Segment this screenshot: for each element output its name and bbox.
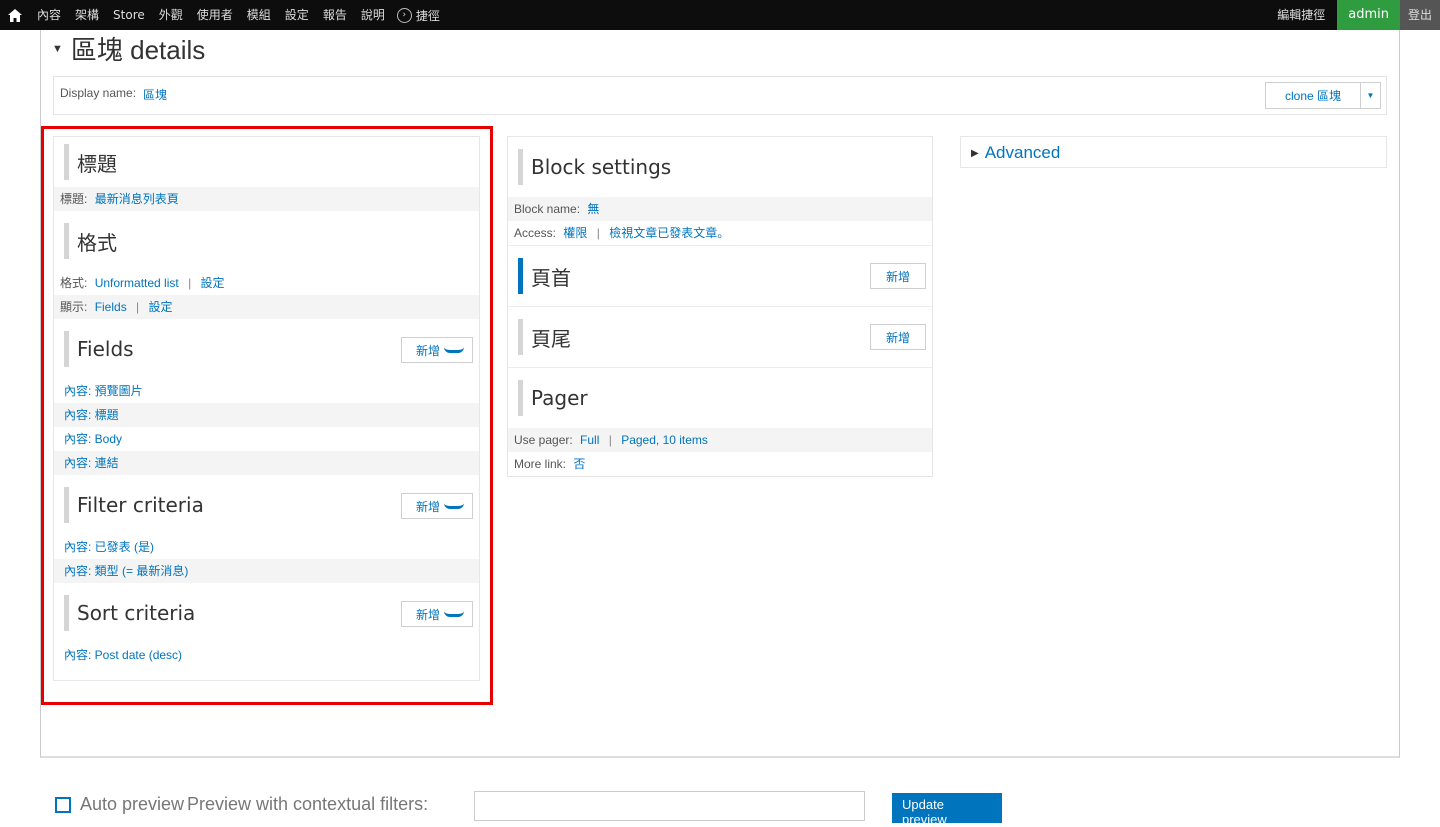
edit-shortcuts-link[interactable]: 編輯捷徑	[1265, 0, 1337, 30]
preview-area: Auto preview Preview with contextual fil…	[40, 760, 1400, 827]
page-title: 區塊 details	[70, 35, 206, 65]
block-name-link[interactable]: 無	[587, 202, 599, 216]
menu-item-people[interactable]: 使用者	[190, 0, 240, 30]
column-third: ▶ Advanced	[960, 136, 1387, 168]
menu-item-help[interactable]: 說明	[354, 0, 392, 30]
column-second: Block settings Block name: 無 Access: 權限 …	[507, 136, 933, 477]
clone-button[interactable]: clone 區塊	[1266, 87, 1360, 104]
access-permission-link[interactable]: 權限	[563, 226, 587, 240]
section-title: Block settings	[531, 155, 672, 179]
access-label: Access:	[514, 226, 557, 240]
add-footer-button[interactable]: 新增	[870, 324, 926, 350]
pager-items-link[interactable]: Paged, 10 items	[621, 433, 708, 447]
preview-filters-label: Preview with contextual filters:	[187, 794, 429, 814]
details-heading[interactable]: ▼ 區塊 details	[52, 30, 205, 67]
block-settings-header: Block settings	[508, 137, 932, 197]
toolbar-menu: 內容 架構 Store 外觀 使用者 模組 設定 報告 說明	[30, 0, 392, 30]
menu-item-reports[interactable]: 報告	[316, 0, 354, 30]
advanced-label: Advanced	[984, 143, 1061, 162]
update-preview-button[interactable]: Update preview	[892, 793, 1002, 827]
caret-down-icon: ▼	[52, 42, 63, 55]
pager-section-header: Pager	[508, 368, 932, 428]
block-name-label: Block name:	[514, 202, 581, 216]
admin-toolbar: 內容 架構 Store 外觀 使用者 模組 設定 報告 說明 › 捷徑 編輯捷徑…	[0, 0, 1440, 30]
more-link-row: More link: 否	[508, 452, 932, 476]
use-pager-row: Use pager: Full | Paged, 10 items	[508, 428, 932, 452]
section-title: 頁尾	[531, 326, 571, 351]
display-name-label: Display name:	[60, 86, 137, 100]
header-section-header: 頁首 新增	[508, 246, 932, 306]
use-pager-link[interactable]: Full	[580, 433, 599, 447]
chevron-right-circle-icon: ›	[396, 7, 412, 23]
caret-right-icon: ▶	[971, 147, 979, 159]
menu-item-content[interactable]: 內容	[30, 0, 68, 30]
shortcuts-label: 捷徑	[415, 8, 440, 23]
preview-filters-input[interactable]	[474, 791, 865, 821]
menu-item-configuration[interactable]: 設定	[278, 0, 316, 30]
access-row: Access: 權限 | 檢視文章已發表文章。	[514, 226, 730, 240]
menu-item-appearance[interactable]: 外觀	[152, 0, 190, 30]
footer-section-header: 頁尾 新增	[508, 307, 932, 367]
more-link-label: More link:	[514, 457, 567, 471]
display-name-bar: Display name: 區塊 clone 區塊 ▼	[53, 76, 1387, 115]
menu-item-structure[interactable]: 架構	[68, 0, 106, 30]
auto-preview-label: Auto preview	[80, 794, 185, 814]
add-header-button[interactable]: 新增	[870, 263, 926, 289]
clone-dropbutton[interactable]: clone 區塊 ▼	[1265, 82, 1381, 109]
highlight-box	[41, 126, 493, 705]
menu-item-store[interactable]: Store	[106, 0, 152, 30]
display-name-link[interactable]: 區塊	[143, 86, 167, 103]
logout-link[interactable]: 登出	[1399, 0, 1440, 30]
section-title: 頁首	[531, 265, 571, 290]
more-link-value[interactable]: 否	[573, 457, 585, 471]
chevron-down-icon[interactable]: ▼	[1360, 83, 1380, 108]
home-icon[interactable]	[0, 0, 30, 30]
use-pager-label: Use pager:	[514, 433, 573, 447]
advanced-toggle[interactable]: ▶ Advanced	[961, 137, 1386, 169]
auto-preview-checkbox[interactable]	[55, 797, 71, 813]
access-detail-link[interactable]: 檢視文章已發表文章。	[609, 226, 729, 240]
user-account-link[interactable]: admin	[1337, 0, 1400, 30]
block-name-row: Block name: 無	[508, 197, 932, 221]
shortcuts-toggle[interactable]: › 捷徑	[392, 7, 440, 24]
menu-item-modules[interactable]: 模組	[240, 0, 278, 30]
section-title: Pager	[531, 386, 588, 410]
